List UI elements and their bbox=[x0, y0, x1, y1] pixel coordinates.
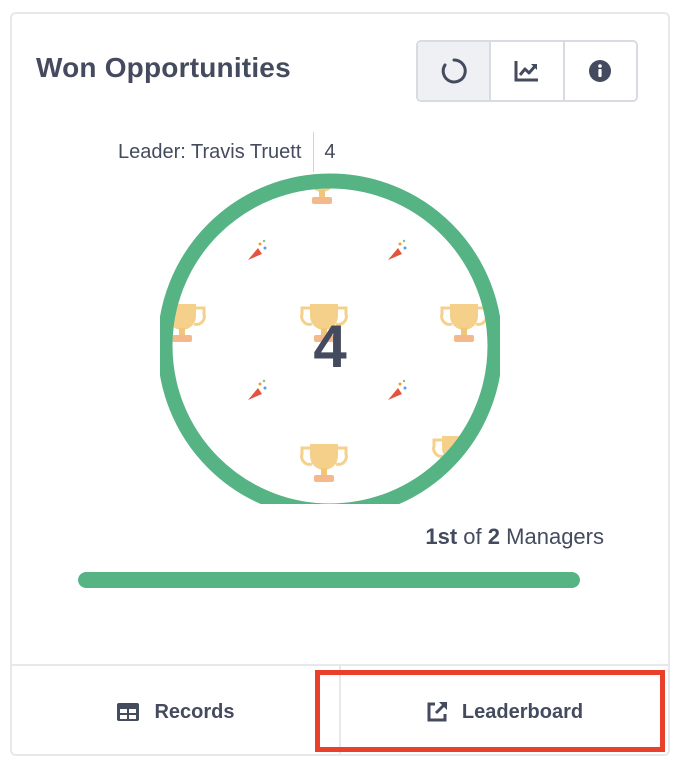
rank-position: 1st bbox=[425, 524, 458, 549]
info-button[interactable] bbox=[564, 42, 636, 100]
rank-summary: 1st of 2 Managers bbox=[425, 524, 604, 550]
ring-chart: 4 bbox=[160, 164, 500, 504]
metric-value: 4 bbox=[313, 312, 347, 380]
records-label: Records bbox=[154, 700, 235, 723]
trend-view-button[interactable] bbox=[491, 42, 565, 100]
leaderboard-label: Leaderboard bbox=[461, 700, 584, 723]
card-title: Won Opportunities bbox=[36, 52, 291, 83]
view-toggle-group bbox=[416, 40, 638, 102]
leaderboard-button[interactable]: Leaderboard bbox=[339, 666, 668, 754]
ring-chart-icon bbox=[441, 58, 467, 84]
rank-progress-bar bbox=[78, 572, 580, 588]
rank-progress-fill bbox=[78, 572, 580, 588]
trend-chart-icon bbox=[514, 61, 538, 82]
table-icon bbox=[117, 703, 140, 721]
external-link-icon bbox=[427, 702, 447, 722]
card-footer: Records Leaderboard bbox=[12, 664, 668, 754]
leader-value: 4 bbox=[324, 140, 336, 163]
rank-group: Managers bbox=[506, 524, 604, 549]
info-icon bbox=[589, 60, 612, 82]
rank-total: 2 bbox=[487, 524, 501, 549]
ring-view-button[interactable] bbox=[418, 42, 492, 100]
records-button[interactable]: Records bbox=[12, 666, 339, 754]
rank-of-label: of bbox=[463, 524, 482, 549]
leader-label: Leader: Travis Truett bbox=[118, 140, 302, 163]
